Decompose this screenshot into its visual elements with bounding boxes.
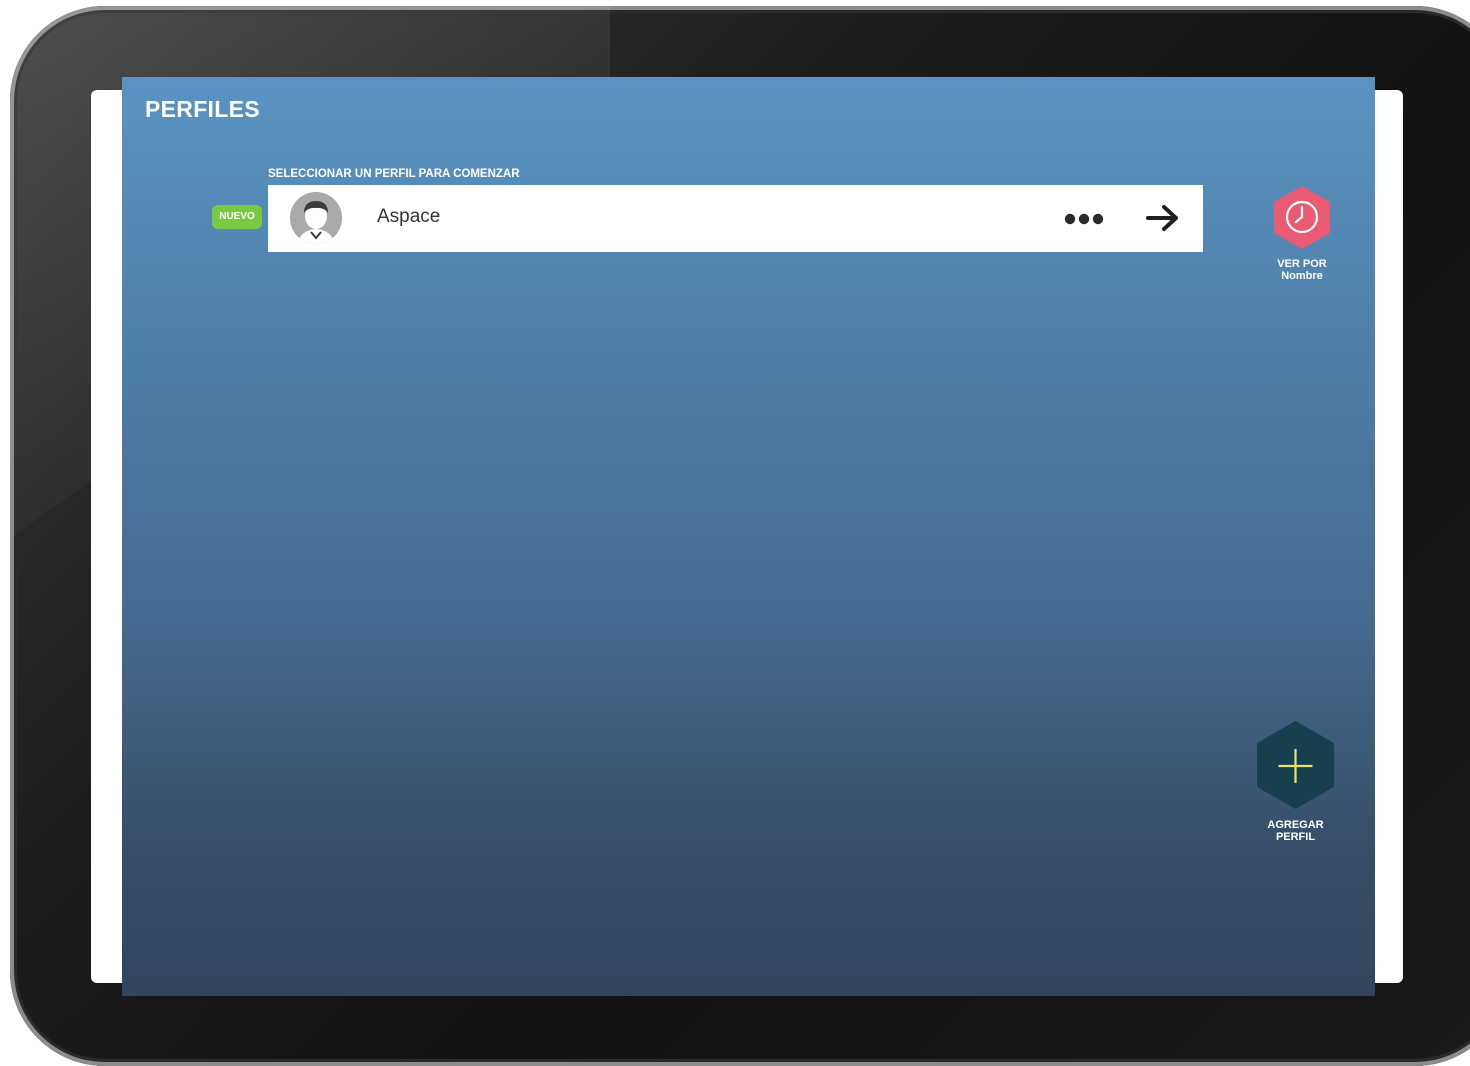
sort-label-line2: Nombre (1281, 270, 1323, 282)
add-profile-label-line1: AGREGAR (1267, 819, 1324, 831)
open-profile-button[interactable] (1138, 199, 1188, 237)
app-screen: PERFILES SELECCIONAR UN PERFIL PARA COME… (122, 77, 1375, 996)
add-profile-button[interactable]: AGREGAR PERFIL (1252, 719, 1339, 849)
profile-row[interactable]: Aspace (268, 185, 1203, 252)
avatar-icon (290, 192, 342, 244)
new-badge: NUEVO (212, 205, 262, 229)
clock-icon (1274, 186, 1330, 249)
ellipsis-icon (1064, 213, 1104, 225)
profile-name: Aspace (377, 206, 441, 227)
add-profile-label-line2: PERFIL (1275, 831, 1316, 843)
more-options-button[interactable] (1055, 202, 1113, 234)
page-title: PERFILES (145, 96, 260, 122)
plus-icon (1257, 721, 1334, 809)
sort-label-line1: VER POR (1277, 258, 1327, 270)
sort-by-name-button[interactable]: VER POR Nombre (1265, 183, 1339, 283)
arrow-right-icon (1146, 205, 1178, 231)
select-profile-instruction: SELECCIONAR UN PERFIL PARA COMENZAR (268, 168, 520, 180)
